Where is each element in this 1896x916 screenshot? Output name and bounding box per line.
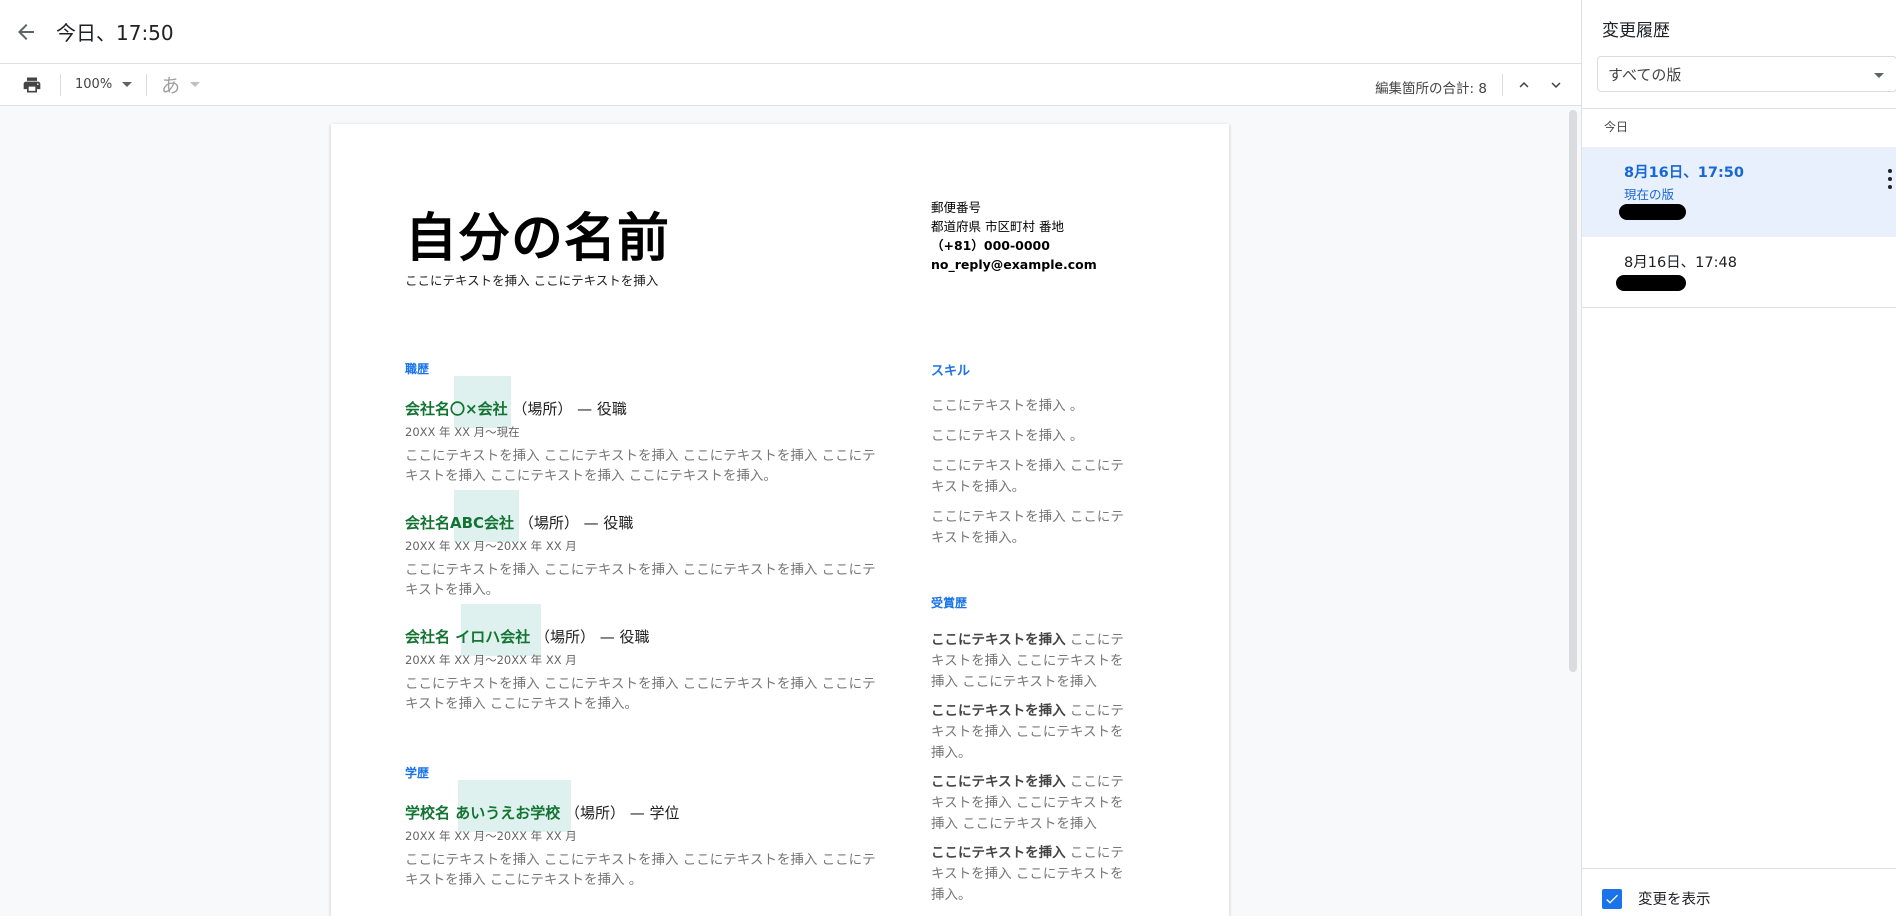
input-tools-glyph: あ (161, 75, 181, 97)
job-company: 会社名〇×会社 (405, 400, 508, 418)
input-tools-button[interactable]: あ (155, 69, 206, 101)
contact-address: 都道府県 市区町村 番地 (931, 219, 1064, 234)
job-date: 20XX 年 XX 月～20XX 年 XX 月 (405, 539, 577, 553)
school-name: 学校名 あいうえお学校 (405, 804, 561, 822)
job-description: ここにテキストを挿入 ここにテキストを挿入 ここにテキストを挿入 ここにテキスト… (405, 562, 876, 598)
zoom-value: 100% (75, 77, 113, 92)
version-history-panel: 変更履歴 すべての版 今日 8月16日、17:50 現在の版 8月16日、17:… (1581, 0, 1896, 916)
version-time: 8月16日、17:48 (1624, 255, 1737, 271)
chevron-down-icon (1551, 82, 1561, 88)
work-heading: 職歴 (405, 362, 430, 376)
version-item-current[interactable]: 8月16日、17:50 現在の版 (1582, 147, 1896, 237)
previous-edit-button[interactable] (1509, 70, 1539, 100)
resume-tagline: ここにテキストを挿入 ここにテキストを挿入 (405, 273, 659, 288)
toolbar: 100% あ 編集箇所の合計: 8 (0, 64, 1581, 106)
version-item[interactable]: 8月16日、17:48 (1582, 237, 1896, 307)
top-bar: 今日、17:50 (0, 0, 1581, 64)
job-title: 会社名 イロハ会社 （場所） — 役職 (405, 626, 650, 647)
print-button[interactable] (12, 69, 52, 101)
version-title: 今日、17:50 (56, 21, 174, 45)
resume-name: 自分の名前 (405, 209, 671, 269)
redacted-author (1616, 275, 1686, 291)
contact-phone: （+81）000-0000 (931, 238, 1050, 253)
job-role: （場所） — 役職 (535, 628, 650, 646)
job-title: 会社名ABC会社 （場所） — 役職 (405, 512, 633, 533)
award-bold: ここにテキストを挿入 (931, 632, 1066, 648)
redacted-author (1619, 204, 1686, 220)
award-item: ここにテキストを挿入 ここにテキストを挿入 ここにテキストを挿入。 (931, 701, 1131, 764)
skills-heading: スキル (931, 364, 971, 379)
job-description: ここにテキストを挿入 ここにテキストを挿入 ここにテキストを挿入 ここにテキスト… (405, 448, 876, 484)
award-item: ここにテキストを挿入 ここにテキストを挿入 ここにテキストを挿入 ここにテキスト… (931, 772, 1131, 835)
chevron-up-icon (1519, 82, 1529, 88)
skill-item: ここにテキストを挿入 。 (931, 428, 1084, 444)
show-changes-toggle[interactable]: 変更を表示 (1602, 888, 1711, 909)
caret-down-icon (122, 82, 133, 87)
school-date: 20XX 年 XX 月～20XX 年 XX 月 (405, 829, 577, 843)
job-date: 20XX 年 XX 月～現在 (405, 425, 520, 439)
caret-down-icon (1874, 73, 1884, 78)
award-bold: ここにテキストを挿入 (931, 774, 1066, 790)
job-role: （場所） — 役職 (512, 400, 627, 418)
job-description: ここにテキストを挿入 ここにテキストを挿入 ここにテキストを挿入 ここにテキスト… (405, 676, 876, 712)
contact-email: no_reply@example.com (931, 257, 1097, 272)
panel-title: 変更履歴 (1602, 21, 1670, 41)
school-description: ここにテキストを挿入 ここにテキストを挿入 ここにテキストを挿入 ここにテキスト… (405, 852, 876, 888)
contact-block: 郵便番号 都道府県 市区町村 番地 （+81）000-0000 no_reply… (931, 198, 1097, 274)
job-role: （場所） — 役職 (518, 514, 634, 532)
education-heading: 学歴 (405, 766, 430, 780)
edit-total-count: 編集箇所の合計: 8 (1375, 81, 1487, 97)
award-bold: ここにテキストを挿入 (931, 845, 1066, 861)
toolbar-divider (146, 73, 148, 96)
caret-down-icon (190, 82, 201, 87)
back-button[interactable] (0, 6, 52, 58)
awards-heading: 受賞歴 (931, 596, 968, 610)
skill-item: ここにテキストを挿入 ここにテキストを挿入。 (931, 458, 1124, 495)
toolbar-divider (1502, 74, 1503, 96)
school-degree: （場所） — 学位 (565, 804, 680, 822)
job-date: 20XX 年 XX 月～20XX 年 XX 月 (405, 653, 577, 667)
award-item: ここにテキストを挿入 ここにテキストを挿入 ここにテキストを挿入 ここにテキスト… (931, 630, 1131, 693)
version-current-label: 現在の版 (1624, 187, 1675, 202)
skill-item: ここにテキストを挿入 。 (931, 398, 1084, 414)
version-filter-value: すべての版 (1608, 65, 1682, 84)
job-company: 会社名ABC会社 (405, 514, 515, 532)
print-icon (23, 77, 41, 92)
school-title: 学校名 あいうえお学校 （場所） — 学位 (405, 802, 680, 823)
version-time: 8月16日、17:50 (1624, 165, 1744, 181)
job-title: 会社名〇×会社 （場所） — 役職 (405, 398, 627, 419)
panel-divider (1582, 868, 1896, 869)
show-changes-label: 変更を表示 (1638, 892, 1711, 908)
job-company: 会社名 イロハ会社 (405, 628, 531, 646)
checkmark-icon (1606, 894, 1618, 904)
panel-divider (1582, 108, 1896, 109)
document-page: 自分の名前 ここにテキストを挿入 ここにテキストを挿入 郵便番号 都道府県 市区… (331, 124, 1229, 916)
more-vert-icon[interactable] (1883, 165, 1896, 193)
award-bold: ここにテキストを挿入 (931, 703, 1066, 719)
toolbar-divider (60, 73, 61, 96)
document-scrollbar[interactable] (1569, 110, 1577, 672)
version-filter-select[interactable]: すべての版 (1597, 56, 1896, 92)
panel-divider (1582, 307, 1896, 308)
show-changes-checkbox[interactable] (1602, 888, 1622, 909)
date-group-label: 今日 (1604, 120, 1629, 134)
zoom-select[interactable]: 100% (69, 69, 138, 101)
award-item: ここにテキストを挿入 ここにテキストを挿入 ここにテキストを挿入。 (931, 843, 1131, 906)
next-edit-button[interactable] (1541, 70, 1571, 100)
back-arrow-icon (18, 23, 34, 40)
contact-postal: 郵便番号 (931, 200, 982, 215)
skill-item: ここにテキストを挿入 ここにテキストを挿入。 (931, 509, 1124, 546)
